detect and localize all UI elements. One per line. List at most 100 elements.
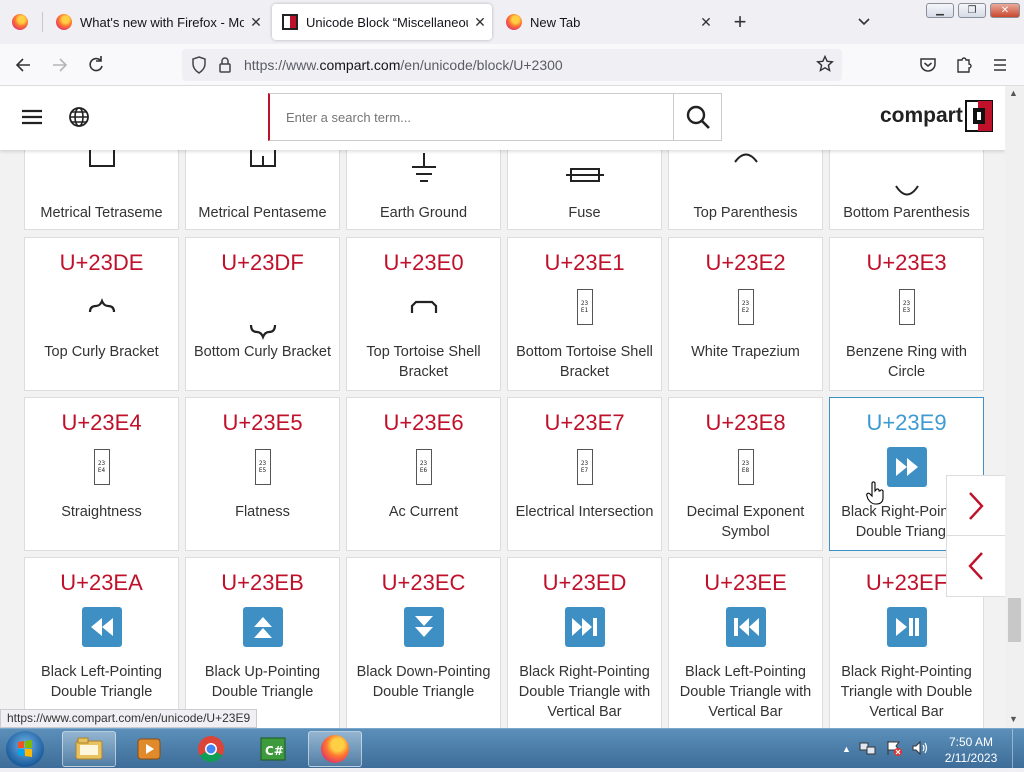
address-bar[interactable]: https://www.compart.com/en/unicode/block…: [182, 49, 842, 81]
hamburger-menu-icon[interactable]: [20, 106, 44, 133]
char-name: Fuse: [568, 205, 601, 221]
taskbar-firefox[interactable]: [308, 731, 362, 767]
char-name: Straightness: [61, 504, 142, 520]
action-center-flag-icon[interactable]: [885, 740, 903, 759]
char-card-u23e0[interactable]: U+23E0 Top Tortoise Shell Bracket: [346, 237, 501, 391]
firefox-menu-icon[interactable]: [12, 14, 28, 30]
new-tab-button[interactable]: +: [728, 8, 752, 36]
show-desktop-button[interactable]: [1012, 729, 1024, 769]
char-card-u23ec[interactable]: U+23EC Black Down-Pointing Double Triang…: [346, 557, 501, 728]
lock-icon[interactable]: [218, 56, 232, 79]
char-code: U+23E7: [544, 410, 625, 435]
char-name: Black Down-Pointing Double Triangle: [356, 664, 491, 700]
tab-whats-new[interactable]: What's new with Firefox - More ✕: [46, 4, 268, 40]
missing-glyph-box: 23 E4: [93, 449, 110, 485]
char-card-u23ed[interactable]: U+23ED Black Right-Pointing Double Trian…: [507, 557, 662, 728]
navigation-toolbar: https://www.compart.com/en/unicode/block…: [0, 44, 1024, 86]
char-card-u23e6[interactable]: U+23E6 23 E6 Ac Current: [346, 397, 501, 551]
scroll-down-arrow-icon[interactable]: ▼: [1009, 714, 1018, 724]
taskbar-file-explorer[interactable]: [62, 731, 116, 767]
char-card-u23e3[interactable]: U+23E3 23 E3 Benzene Ring with Circle: [829, 237, 984, 391]
forward-button[interactable]: [47, 52, 73, 78]
taskbar-chrome[interactable]: [184, 731, 238, 767]
tracking-protection-shield-icon[interactable]: [191, 56, 207, 79]
list-all-tabs-icon[interactable]: [854, 10, 874, 34]
char-card-u23e1[interactable]: U+23E1 23 E1 Bottom Tortoise Shell Brack…: [507, 237, 662, 391]
show-hidden-icons-icon[interactable]: ▲: [842, 744, 851, 754]
compart-favicon-icon: [282, 14, 298, 30]
close-tab-icon[interactable]: ✕: [244, 14, 268, 31]
missing-glyph-box: 23 E1: [576, 289, 593, 325]
char-name: Bottom Tortoise Shell Bracket: [516, 344, 653, 380]
tab-new-tab[interactable]: New Tab ✕: [496, 4, 718, 40]
char-code: U+23EE: [704, 570, 787, 595]
search-button[interactable]: [673, 94, 721, 140]
glyph: [830, 606, 983, 648]
char-card-u23df[interactable]: U+23DF Bottom Curly Bracket: [185, 237, 340, 391]
glyph: [508, 606, 661, 648]
next-track-icon: [564, 607, 605, 647]
glyph: 23 E4: [25, 446, 178, 488]
char-card-u23de[interactable]: U+23DE Top Curly Bracket: [24, 237, 179, 391]
taskbar-media-player[interactable]: [122, 731, 176, 767]
char-name: Flatness: [235, 504, 290, 520]
taskbar-csharp-app[interactable]: C#: [246, 731, 300, 767]
char-code: U+23ED: [542, 570, 627, 595]
fast-forward-icon: [886, 447, 927, 487]
glyph: 23 E8: [669, 446, 822, 488]
double-down-arrow-icon: [403, 607, 444, 647]
link-status-bar: https://www.compart.com/en/unicode/U+23E…: [0, 709, 258, 728]
char-card-u23e5[interactable]: U+23E5 23 E5 Flatness: [185, 397, 340, 551]
glyph: [186, 147, 339, 171]
char-name: Top Parenthesis: [693, 205, 798, 221]
char-code: U+23E2: [705, 250, 786, 275]
back-button[interactable]: [10, 52, 36, 78]
url-text[interactable]: https://www.compart.com/en/unicode/block…: [244, 57, 563, 73]
glyph: 23 E1: [508, 286, 661, 328]
glyph: [25, 606, 178, 648]
double-up-arrow-icon: [242, 607, 283, 647]
system-tray: ▲: [842, 729, 929, 769]
vertical-scrollbar[interactable]: ▲ ▼: [1005, 86, 1024, 728]
maximize-button[interactable]: ❐: [958, 3, 986, 18]
char-code: U+23EB: [221, 570, 304, 595]
char-card-u23e7[interactable]: U+23E7 23 E7 Electrical Intersection: [507, 397, 662, 551]
search-input[interactable]: [270, 94, 674, 140]
clock-time: 7:50 AM: [948, 735, 994, 749]
firefox-icon: [56, 14, 72, 30]
start-button[interactable]: [6, 731, 44, 767]
char-name: Metrical Tetraseme: [40, 205, 163, 221]
close-window-button[interactable]: ✕: [990, 3, 1020, 18]
char-name: Black Up-Pointing Double Triangle: [204, 664, 321, 700]
app-menu-icon[interactable]: [987, 52, 1013, 78]
char-card-u23e2[interactable]: U+23E2 23 E2 White Trapezium: [668, 237, 823, 391]
previous-char-button[interactable]: [946, 535, 1005, 597]
tab-strip: What's new with Firefox - More ✕ Unicode…: [0, 0, 1024, 44]
char-code: U+23E6: [383, 410, 464, 435]
network-icon[interactable]: [859, 740, 877, 759]
system-clock[interactable]: 7:50 AM 2/11/2023: [936, 734, 1006, 766]
scroll-up-arrow-icon[interactable]: ▲: [1009, 88, 1018, 98]
next-char-button[interactable]: [946, 475, 1005, 537]
tab-unicode-block[interactable]: Unicode Block “Miscellaneous T ✕: [272, 4, 492, 40]
extensions-icon[interactable]: [951, 52, 977, 78]
char-card-u23ea[interactable]: U+23EA Black Left-Pointing Double Triang…: [24, 557, 179, 728]
glyph: [347, 606, 500, 648]
reload-button[interactable]: [83, 52, 109, 78]
char-card-u23ee[interactable]: U+23EE Black Left-Pointing Double Triang…: [668, 557, 823, 728]
firefox-icon: [321, 735, 349, 763]
char-card-u23e4[interactable]: U+23E4 23 E4 Straightness: [24, 397, 179, 551]
volume-icon[interactable]: [911, 740, 929, 759]
language-globe-icon[interactable]: [68, 106, 90, 133]
bookmark-star-icon[interactable]: [816, 54, 834, 78]
char-card-u23e8[interactable]: U+23E8 23 E8 Decimal Exponent Symbol: [668, 397, 823, 551]
minimize-button[interactable]: ▁: [926, 3, 954, 18]
char-card-u23eb[interactable]: U+23EB Black Up-Pointing Double Triangle: [185, 557, 340, 728]
compart-logo[interactable]: compart: [880, 100, 993, 132]
pocket-icon[interactable]: [915, 52, 941, 78]
close-tab-icon[interactable]: ✕: [468, 14, 492, 31]
char-code: U+23E4: [61, 410, 142, 435]
char-name: Ac Current: [388, 504, 459, 520]
close-tab-icon[interactable]: ✕: [694, 14, 718, 31]
scrollbar-thumb[interactable]: [1008, 598, 1021, 642]
